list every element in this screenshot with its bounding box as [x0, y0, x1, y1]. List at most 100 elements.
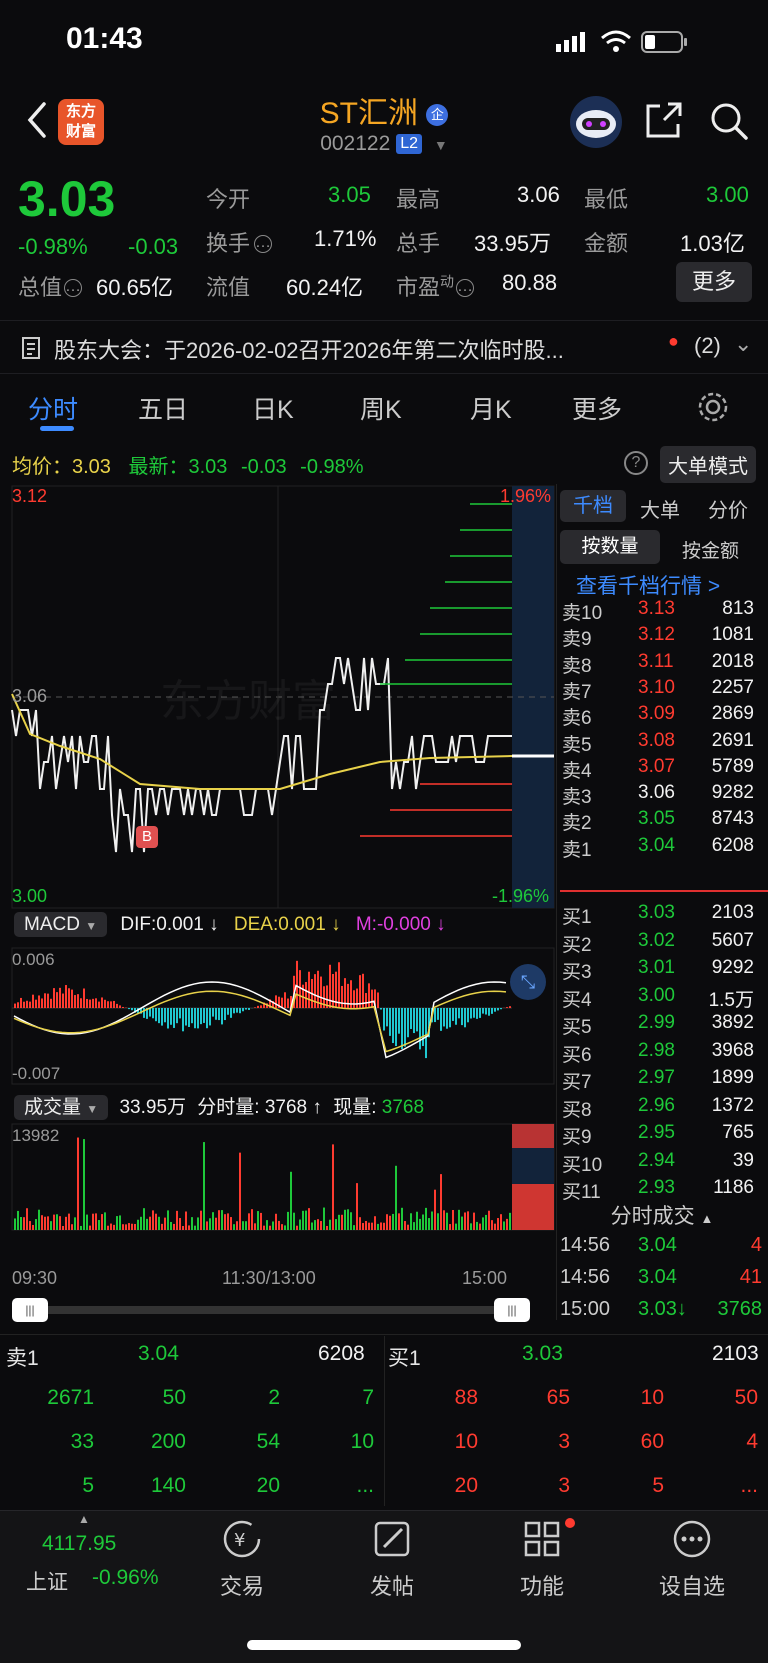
index-name[interactable]: 上证	[26, 1566, 68, 1596]
pct-axis-bottom: -1.96%	[492, 886, 550, 906]
ask-row[interactable]: 卖7 3.10 2257	[560, 675, 768, 703]
nav-add-watchlist[interactable]: 设自选	[632, 1517, 752, 1599]
ask-row[interactable]: 卖4 3.07 5789	[560, 754, 768, 782]
expand-icon[interactable]: ⤡	[510, 964, 546, 1000]
range-handle-left[interactable]: |||	[12, 1298, 48, 1322]
tab-price-level[interactable]: 分价	[708, 494, 748, 523]
bid-row[interactable]: 买4 3.00 1.5万	[560, 983, 768, 1011]
bid-row[interactable]: 买2 3.02 5607	[560, 928, 768, 956]
macd-bar	[434, 1008, 436, 1023]
volume-bar	[359, 1217, 361, 1230]
info-icon[interactable]: …	[456, 279, 475, 297]
macd-bar	[23, 1001, 25, 1008]
tab-daily-k[interactable]: 日K	[252, 390, 294, 426]
info-icon[interactable]: …	[64, 279, 83, 297]
tab-five-day[interactable]: 五日	[138, 390, 188, 426]
macd-bar	[242, 1008, 244, 1012]
macd-bar	[98, 1001, 100, 1008]
volume-bar	[491, 1220, 493, 1230]
volume-bar	[389, 1215, 391, 1230]
range-slider-track[interactable]	[30, 1306, 530, 1314]
queue-ask-cell: 54	[256, 1430, 280, 1453]
volume-bar	[119, 1215, 121, 1230]
notice-bar[interactable]: 股东大会：于2026-02-02召开2026年第二次临时股... ● (2) ⌄	[0, 320, 768, 374]
nav-trade[interactable]: ¥ 交易	[182, 1517, 302, 1599]
ask-row[interactable]: 卖1 3.04 6208	[560, 833, 768, 861]
level-price: 3.05	[638, 808, 675, 830]
bid-row[interactable]: 买1 3.03 2103	[560, 900, 768, 928]
volume-bar	[278, 1220, 280, 1230]
volume-bar	[230, 1217, 232, 1230]
macd-bar	[284, 992, 286, 1008]
level-qty: 1081	[711, 624, 754, 646]
volume-bar	[425, 1207, 427, 1230]
volume-bar	[407, 1224, 409, 1230]
queue-ask-cell: 5	[82, 1474, 94, 1497]
volume-bar	[437, 1213, 439, 1230]
help-icon[interactable]: ?	[624, 451, 648, 475]
level-price: 2.99	[638, 1012, 675, 1033]
index-value[interactable]: 4117.95	[42, 1532, 116, 1556]
intraday-chart[interactable]: 东方财富	[0, 484, 556, 1264]
tab-big-order[interactable]: 大单	[640, 494, 680, 523]
watermark: 东方财富	[160, 677, 336, 726]
ask-row[interactable]: 卖5 3.08 2691	[560, 728, 768, 756]
notice-dot: ●	[668, 331, 679, 351]
ticks-header[interactable]: 分时成交 ▲	[556, 1200, 768, 1230]
volume-selector[interactable]: 成交量 ▼	[14, 1095, 109, 1120]
divider	[384, 1336, 385, 1506]
level-qty: 2691	[711, 729, 754, 751]
gear-icon[interactable]	[696, 390, 730, 424]
macd-bar	[113, 1000, 115, 1008]
bid-row[interactable]: 买3 3.01 9292	[560, 955, 768, 983]
ask-row[interactable]: 卖8 3.11 2018	[560, 649, 768, 677]
macd-bar	[149, 1008, 151, 1017]
bid-row[interactable]: 买5 2.99 3892	[560, 1010, 768, 1038]
assistant-robot-icon[interactable]	[568, 94, 624, 150]
search-icon[interactable]	[708, 100, 750, 142]
level-price: 3.02	[638, 929, 675, 951]
ask-row[interactable]: 卖6 3.09 2869	[560, 701, 768, 729]
index-pct[interactable]: -0.96%	[92, 1566, 159, 1590]
macd-selector[interactable]: MACD ▼	[14, 912, 108, 937]
ask-row[interactable]: 卖2 3.05 8743	[560, 806, 768, 834]
tab-more[interactable]: 更多	[572, 390, 622, 426]
float-value: 60.24亿	[286, 275, 364, 300]
tab-weekly-k[interactable]: 周K	[360, 390, 402, 426]
mode-by-amount[interactable]: 按金额	[682, 536, 739, 563]
share-icon[interactable]	[644, 100, 686, 140]
volume-bar	[458, 1209, 460, 1230]
macd-bar	[473, 1008, 475, 1018]
volume-bar	[149, 1216, 151, 1230]
macd-bar	[17, 1002, 19, 1008]
bid-row[interactable]: 买9 2.95 765	[560, 1120, 768, 1148]
auction-volume	[512, 1124, 554, 1148]
info-icon[interactable]: …	[254, 235, 273, 253]
nav-functions[interactable]: 功能	[482, 1517, 602, 1599]
queue-ask-cell: 33	[70, 1430, 94, 1453]
tick-qty: 4	[750, 1234, 762, 1256]
ask-row[interactable]: 卖3 3.06 9282	[560, 780, 768, 808]
tab-intraday[interactable]: 分时	[28, 390, 78, 426]
volume-bar	[338, 1214, 340, 1230]
more-button[interactable]: 更多	[676, 262, 752, 302]
ask-row[interactable]: 卖10 3.13 813	[560, 596, 768, 624]
volume-bar	[350, 1212, 352, 1230]
bid-row[interactable]: 买11 2.93 1186	[560, 1175, 768, 1203]
range-handle-right[interactable]: |||	[494, 1298, 530, 1322]
tab-monthly-k[interactable]: 月K	[470, 390, 512, 426]
buy-marker[interactable]: B	[136, 826, 158, 848]
ask-row[interactable]: 卖9 3.12 1081	[560, 622, 768, 650]
nav-post[interactable]: 发帖	[332, 1517, 452, 1599]
tab-thousand-level[interactable]: 千档	[560, 490, 626, 522]
bid-row[interactable]: 买8 2.96 1372	[560, 1093, 768, 1121]
auction-volume	[512, 1184, 554, 1230]
queue-ask-cell: 140	[150, 1474, 186, 1497]
bid-row[interactable]: 买6 2.98 3968	[560, 1038, 768, 1066]
big-order-mode-button[interactable]: 大单模式	[660, 446, 756, 483]
volume-bar	[314, 1220, 316, 1230]
bid-row[interactable]: 买7 2.97 1899	[560, 1065, 768, 1093]
mode-by-quantity[interactable]: 按数量	[560, 530, 660, 564]
bid-row[interactable]: 买10 2.94 39	[560, 1148, 768, 1176]
volume-bar	[29, 1221, 31, 1230]
